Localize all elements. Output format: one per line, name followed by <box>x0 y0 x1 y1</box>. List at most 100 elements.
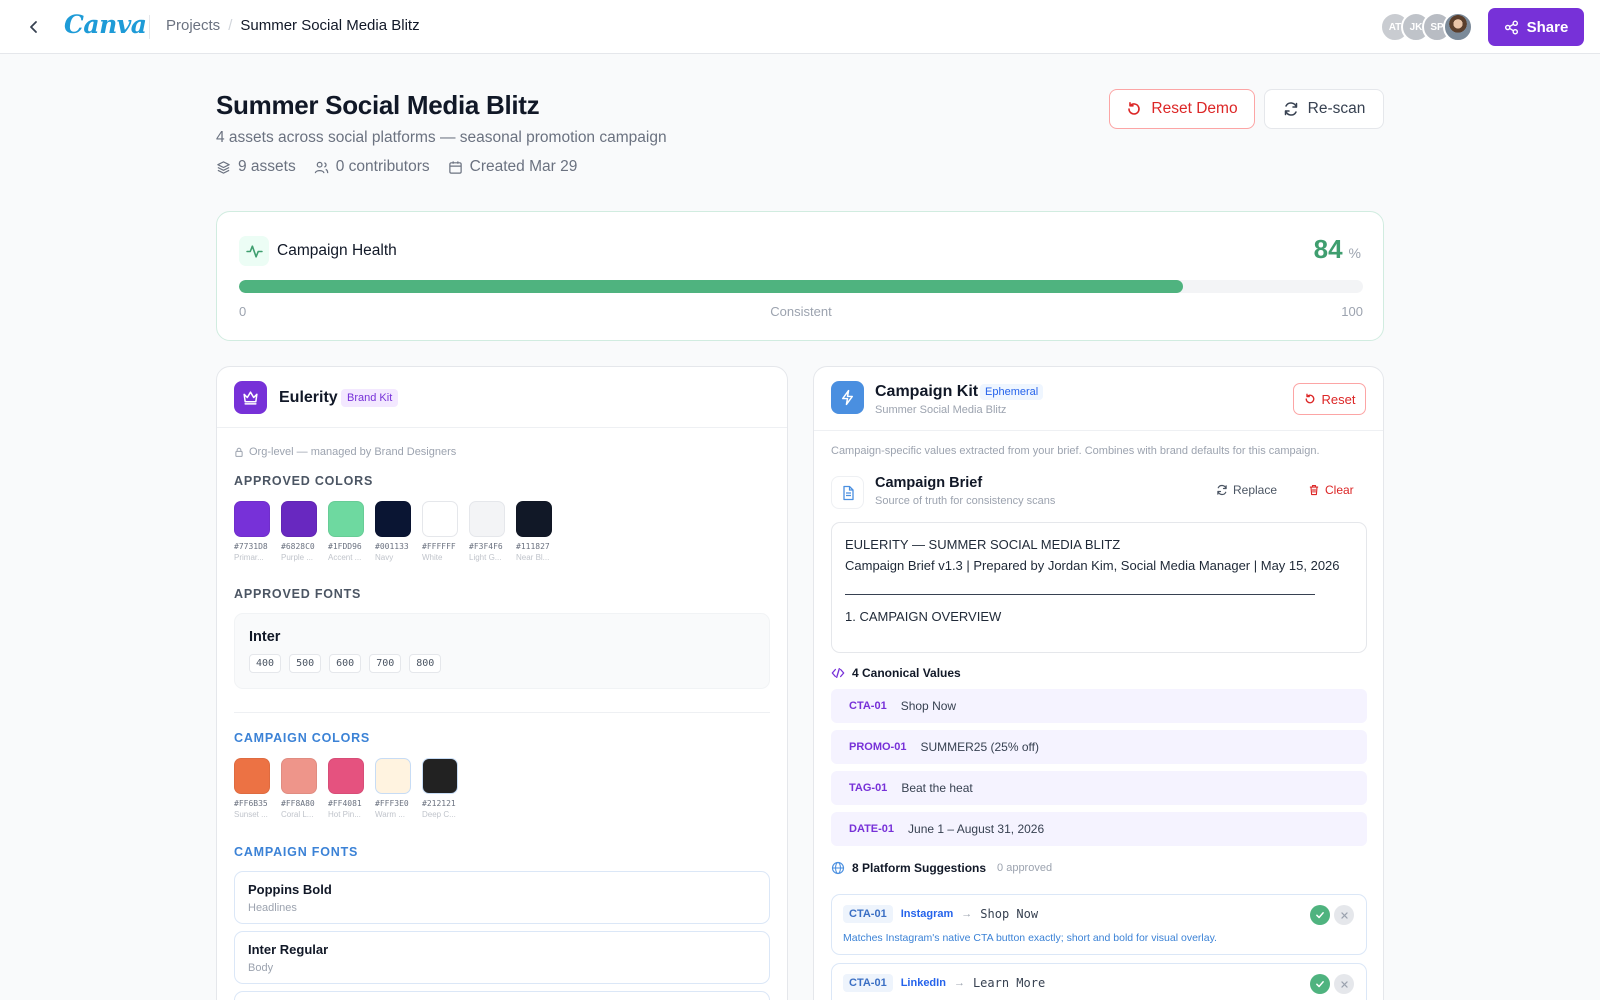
activity-icon <box>245 244 263 258</box>
brief-title: Campaign Brief <box>875 475 983 491</box>
swatch-color[interactable] <box>234 758 270 794</box>
approve-button[interactable] <box>1310 905 1330 925</box>
kit-subtitle: Summer Social Media Blitz <box>875 404 1007 416</box>
breadcrumb: Projects / Summer Social Media Blitz <box>166 17 420 34</box>
color-swatch[interactable]: #FF6B35 Sunset ... <box>234 758 270 819</box>
swatch-hex: #FFF3E0 <box>375 799 409 808</box>
value-text: June 1 – August 31, 2026 <box>908 822 1045 836</box>
health-progress-track <box>239 280 1363 293</box>
swatch-name: Coral L... <box>281 810 314 819</box>
color-swatch[interactable]: #FF8A80 Coral L... <box>281 758 317 819</box>
reset-icon <box>1305 393 1314 404</box>
top-bar: Canva Projects / Summer Social Media Bli… <box>0 0 1600 54</box>
swatch-color[interactable] <box>328 758 364 794</box>
swatch-hex: #FFFFFF <box>422 542 456 551</box>
replace-brief-button[interactable]: Replace <box>1216 483 1277 497</box>
reset-demo-button[interactable]: Reset Demo <box>1109 89 1255 129</box>
canonical-values-label: 4 Canonical Values <box>852 666 961 680</box>
layers-icon <box>217 160 230 174</box>
brand-kit-badge: Brand Kit <box>341 389 399 407</box>
code-icon <box>831 667 845 679</box>
swatch-hex: #7731D8 <box>234 542 268 551</box>
color-swatch[interactable]: #FFFFFF White <box>422 501 458 562</box>
swatch-color[interactable] <box>469 501 505 537</box>
swatch-hex: #111827 <box>516 542 550 551</box>
brief-subtitle: Source of truth for consistency scans <box>875 495 1056 507</box>
rescan-button[interactable]: Re-scan <box>1264 89 1384 129</box>
color-swatch[interactable]: #7731D8 Primar... <box>234 501 270 562</box>
refresh-icon <box>1217 484 1227 496</box>
health-progress-fill <box>239 280 1184 293</box>
canonical-value-row[interactable]: CTA-01 Shop Now <box>831 689 1367 723</box>
swatch-name: Sunset ... <box>234 810 268 819</box>
back-button[interactable] <box>22 15 46 39</box>
campaign-font-card[interactable]: Poppins Bold Headlines <box>234 871 770 924</box>
value-tag: DATE-01 <box>849 823 895 835</box>
swatch-color[interactable] <box>516 501 552 537</box>
campaign-kit-panel: Campaign Kit Ephemeral Summer Social Med… <box>813 366 1384 1000</box>
swatch-color[interactable] <box>281 501 317 537</box>
health-title: Campaign Health <box>277 242 397 259</box>
brief-text-area[interactable]: EULERITY — SUMMER SOCIAL MEDIA BLITZ Cam… <box>831 522 1367 653</box>
calendar-icon <box>448 160 462 174</box>
platform-suggestions-label: 8 Platform Suggestions <box>852 861 987 875</box>
arrow-right-icon: → <box>953 977 965 989</box>
color-swatch[interactable]: #F3F4F6 Light G... <box>469 501 505 562</box>
font-weight-chip: 700 <box>369 654 402 673</box>
value-text: Beat the heat <box>901 781 973 795</box>
color-swatch[interactable]: #FF4081 Hot Pin... <box>328 758 364 819</box>
trash-icon <box>1309 484 1319 496</box>
crown-icon <box>243 391 258 405</box>
campaign-font-name: Inter Regular <box>248 942 329 957</box>
chevron-left-icon <box>30 21 37 33</box>
assets-text: 9 assets <box>238 158 296 175</box>
canva-logo[interactable]: Canva <box>64 10 147 39</box>
approve-button[interactable] <box>1310 974 1330 994</box>
globe-icon <box>831 861 845 875</box>
color-swatch[interactable]: #111827 Near Bl... <box>516 501 552 562</box>
clear-brief-button[interactable]: Clear <box>1308 483 1354 497</box>
share-label: Share <box>1526 18 1569 36</box>
assets-count: 9 assets <box>216 158 296 176</box>
swatch-color[interactable] <box>328 501 364 537</box>
health-score: 84 % <box>1314 234 1361 265</box>
color-swatch[interactable]: #001133 Navy <box>375 501 411 562</box>
kit-name: Campaign Kit <box>875 383 979 400</box>
approved-colors-row: #7731D8 Primar... #6828C0 Purple ... #1FDD… <box>234 501 552 562</box>
breadcrumb-projects-link[interactable]: Projects <box>166 17 220 34</box>
color-swatch[interactable]: #6828C0 Purple ... <box>281 501 317 562</box>
lock-icon <box>235 447 243 457</box>
canonical-value-row[interactable]: DATE-01 June 1 – August 31, 2026 <box>831 812 1367 846</box>
swatch-name: Warm ... <box>375 810 405 819</box>
share-button[interactable]: Share <box>1488 8 1584 46</box>
color-swatch[interactable]: #FFF3E0 Warm ... <box>375 758 411 819</box>
campaign-font-card[interactable]: Inter Regular Body <box>234 931 770 984</box>
canonical-value-row[interactable]: TAG-01 Beat the heat <box>831 771 1367 805</box>
color-swatch[interactable]: #212121 Deep C... <box>422 758 458 819</box>
swatch-name: Near Bl... <box>516 553 550 562</box>
suggestion-value: Learn More <box>972 976 1046 990</box>
swatch-color[interactable] <box>281 758 317 794</box>
swatch-color[interactable] <box>422 501 458 537</box>
replace-label: Replace <box>1233 483 1278 497</box>
swatch-name: Accent ... <box>328 553 362 562</box>
reject-button[interactable] <box>1334 905 1354 925</box>
kit-reset-button[interactable]: Reset <box>1293 383 1366 415</box>
color-swatch[interactable]: #1FDD96 Accent ... <box>328 501 364 562</box>
font-weight-chip: 400 <box>249 654 282 673</box>
swatch-color[interactable] <box>234 501 270 537</box>
canonical-value-row[interactable]: PROMO-01 SUMMER25 (25% off) <box>831 730 1367 764</box>
approved-colors-label: APPROVED COLORS <box>234 474 374 488</box>
swatch-color[interactable] <box>422 758 458 794</box>
swatch-color[interactable] <box>375 758 411 794</box>
campaign-font-card[interactable] <box>234 991 770 1000</box>
avatar-photo[interactable] <box>1443 12 1473 42</box>
reject-button[interactable] <box>1334 974 1354 994</box>
check-icon <box>1316 912 1324 919</box>
rescan-label: Re-scan <box>1307 100 1366 117</box>
page-subtitle: 4 assets across social platforms — seaso… <box>216 129 667 146</box>
kit-icon <box>831 381 864 414</box>
swatch-color[interactable] <box>375 501 411 537</box>
suggestion-platform: LinkedIn <box>900 977 946 989</box>
org-note-text: Org-level — managed by Brand Designers <box>249 446 457 458</box>
